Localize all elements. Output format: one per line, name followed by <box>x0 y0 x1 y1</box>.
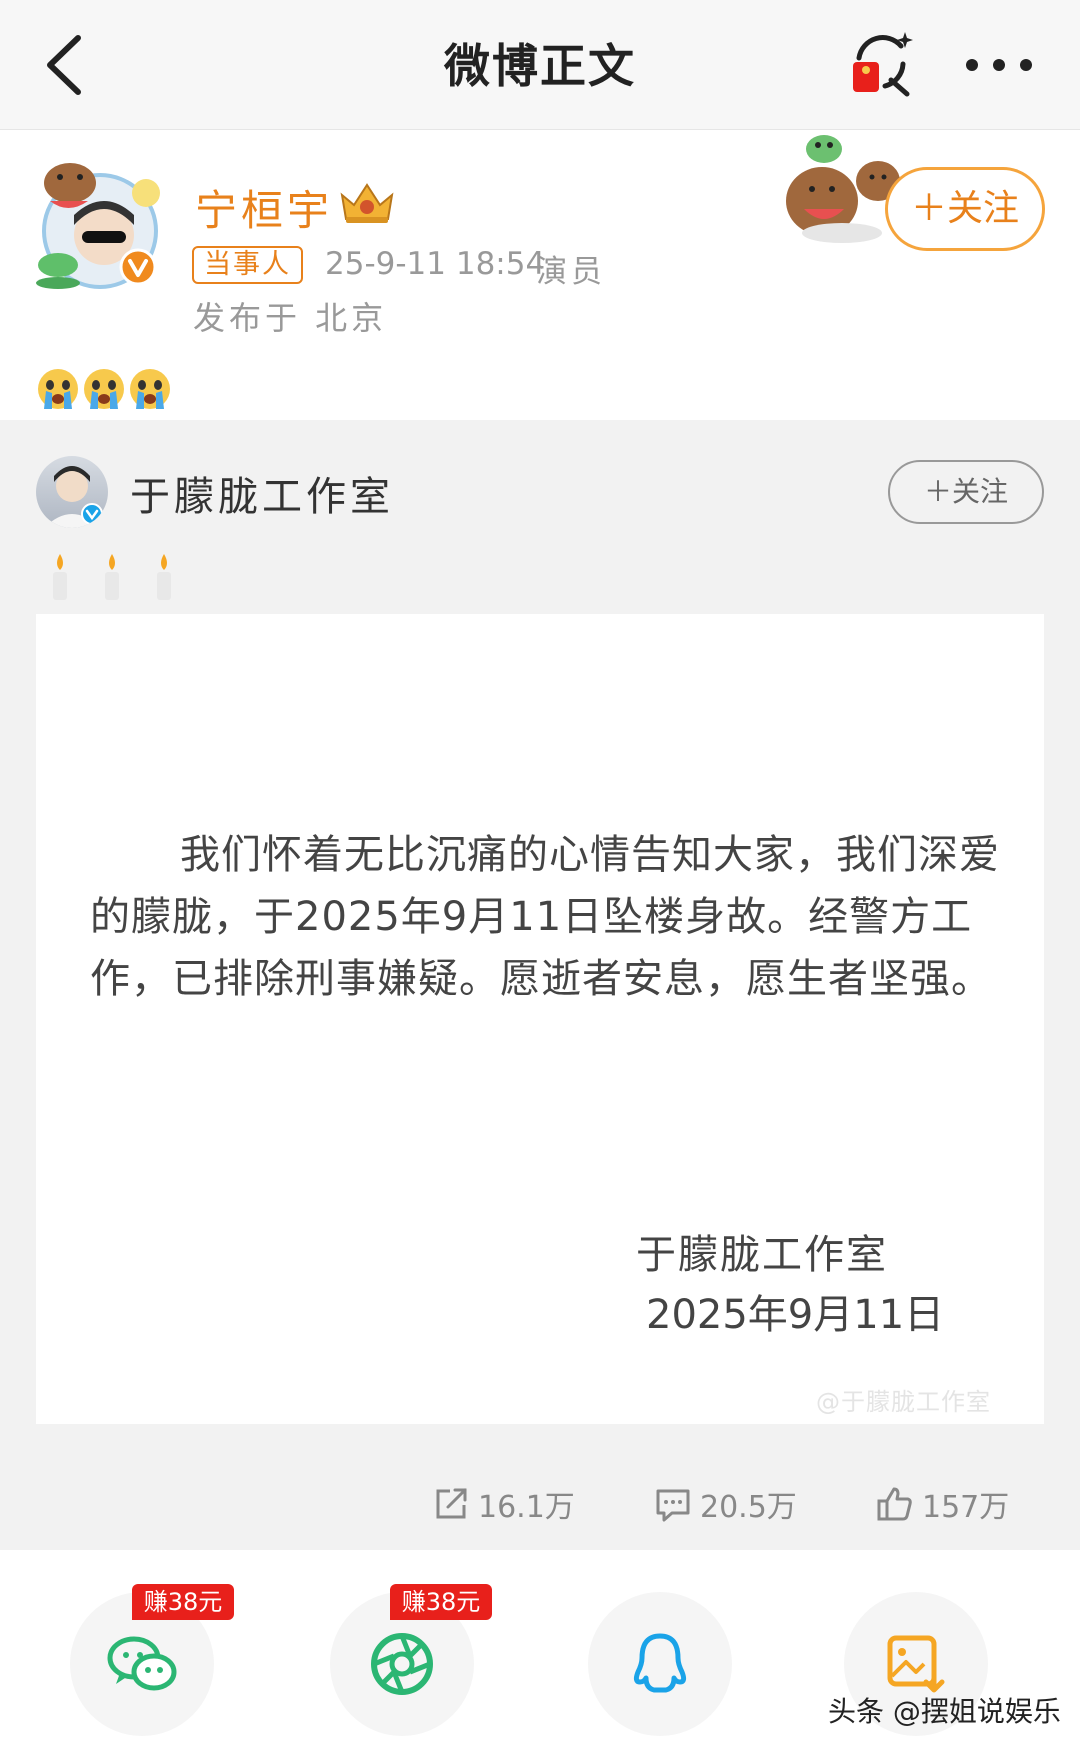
candle-icon <box>105 554 119 600</box>
author-avatar[interactable] <box>28 153 168 293</box>
crying-face-icon <box>38 369 78 409</box>
post-time: 25-9-11 18:54 <box>325 246 546 282</box>
image-watermark: @于朦胧工作室 <box>816 1388 991 1416</box>
red-packet-search-button[interactable] <box>845 28 917 100</box>
comment-button[interactable]: 20.5万 <box>654 1482 797 1526</box>
candle-emoji-row <box>48 552 176 602</box>
page-title: 微博正文 <box>444 39 636 93</box>
avatar-frame-icon <box>36 163 160 289</box>
wechat-reward-badge: 赚38元 <box>132 1584 234 1620</box>
author-role: 演员 <box>536 254 606 290</box>
statement-signature: 于朦胧工作室 <box>636 1232 888 1278</box>
crown-badge-icon <box>338 179 396 225</box>
more-dots-icon <box>966 59 1032 71</box>
repost-icon <box>436 1488 467 1519</box>
candle-icon <box>157 554 171 600</box>
post-author-header: 宁桓宇 当事人 25-9-11 18:54 演员 发布于 北京 ＋关注 <box>0 131 1080 419</box>
statement-date: 2025年9月11日 <box>646 1292 945 1338</box>
author-tag: 当事人 <box>192 246 303 284</box>
share-qq-button[interactable] <box>588 1592 732 1736</box>
capybara-sticker-icon <box>780 131 905 246</box>
like-count: 157万 <box>922 1490 1010 1525</box>
moments-aperture-icon <box>371 1633 433 1695</box>
comment-icon <box>656 1489 690 1522</box>
statement-image[interactable]: 我们怀着无比沉痛的心情告知大家，我们深爱的朦胧，于2025年9月11日坠楼身故。… <box>36 614 1044 1424</box>
thumbs-up-icon <box>877 1487 912 1521</box>
post-location: 发布于 北京 <box>193 299 388 337</box>
wechat-icon <box>107 1636 177 1691</box>
comment-count: 20.5万 <box>700 1490 797 1525</box>
follow-repost-author-button[interactable]: ＋关注 <box>888 460 1044 524</box>
candle-icon <box>53 554 67 600</box>
repost-author-avatar[interactable] <box>36 456 108 528</box>
statement-text: 我们怀着无比沉痛的心情告知大家，我们深爱的朦胧，于2025年9月11日坠楼身故。… <box>90 832 1000 1002</box>
red-packet-search-icon <box>853 32 913 97</box>
author-name[interactable]: 宁桓宇 <box>195 177 333 238</box>
crying-face-icon <box>130 369 170 409</box>
repost-author-name[interactable]: 于朦胧工作室 <box>130 464 394 522</box>
qq-penguin-icon <box>633 1633 687 1693</box>
crying-face-icon <box>84 369 124 409</box>
moments-reward-badge: 赚38元 <box>390 1584 492 1620</box>
repost-button[interactable]: 16.1万 <box>432 1482 575 1526</box>
top-nav-bar: 微博正文 <box>0 0 1080 130</box>
post-actions: 16.1万 20.5万 157万 <box>0 1460 1080 1540</box>
emoji-row <box>36 367 172 411</box>
avatar-icon <box>44 466 103 528</box>
like-button[interactable]: 157万 <box>876 1482 1009 1526</box>
repost-count: 16.1万 <box>478 1490 575 1525</box>
more-options-button[interactable] <box>962 40 1036 90</box>
reposted-post[interactable]: 于朦胧工作室 ＋关注 我们怀着无比沉痛的心情告知大家，我们深爱的朦胧，于2025… <box>0 420 1080 1550</box>
follow-author-button[interactable]: ＋关注 <box>885 167 1045 251</box>
source-credit: 头条 @摆姐说娱乐 <box>828 1695 1061 1728</box>
